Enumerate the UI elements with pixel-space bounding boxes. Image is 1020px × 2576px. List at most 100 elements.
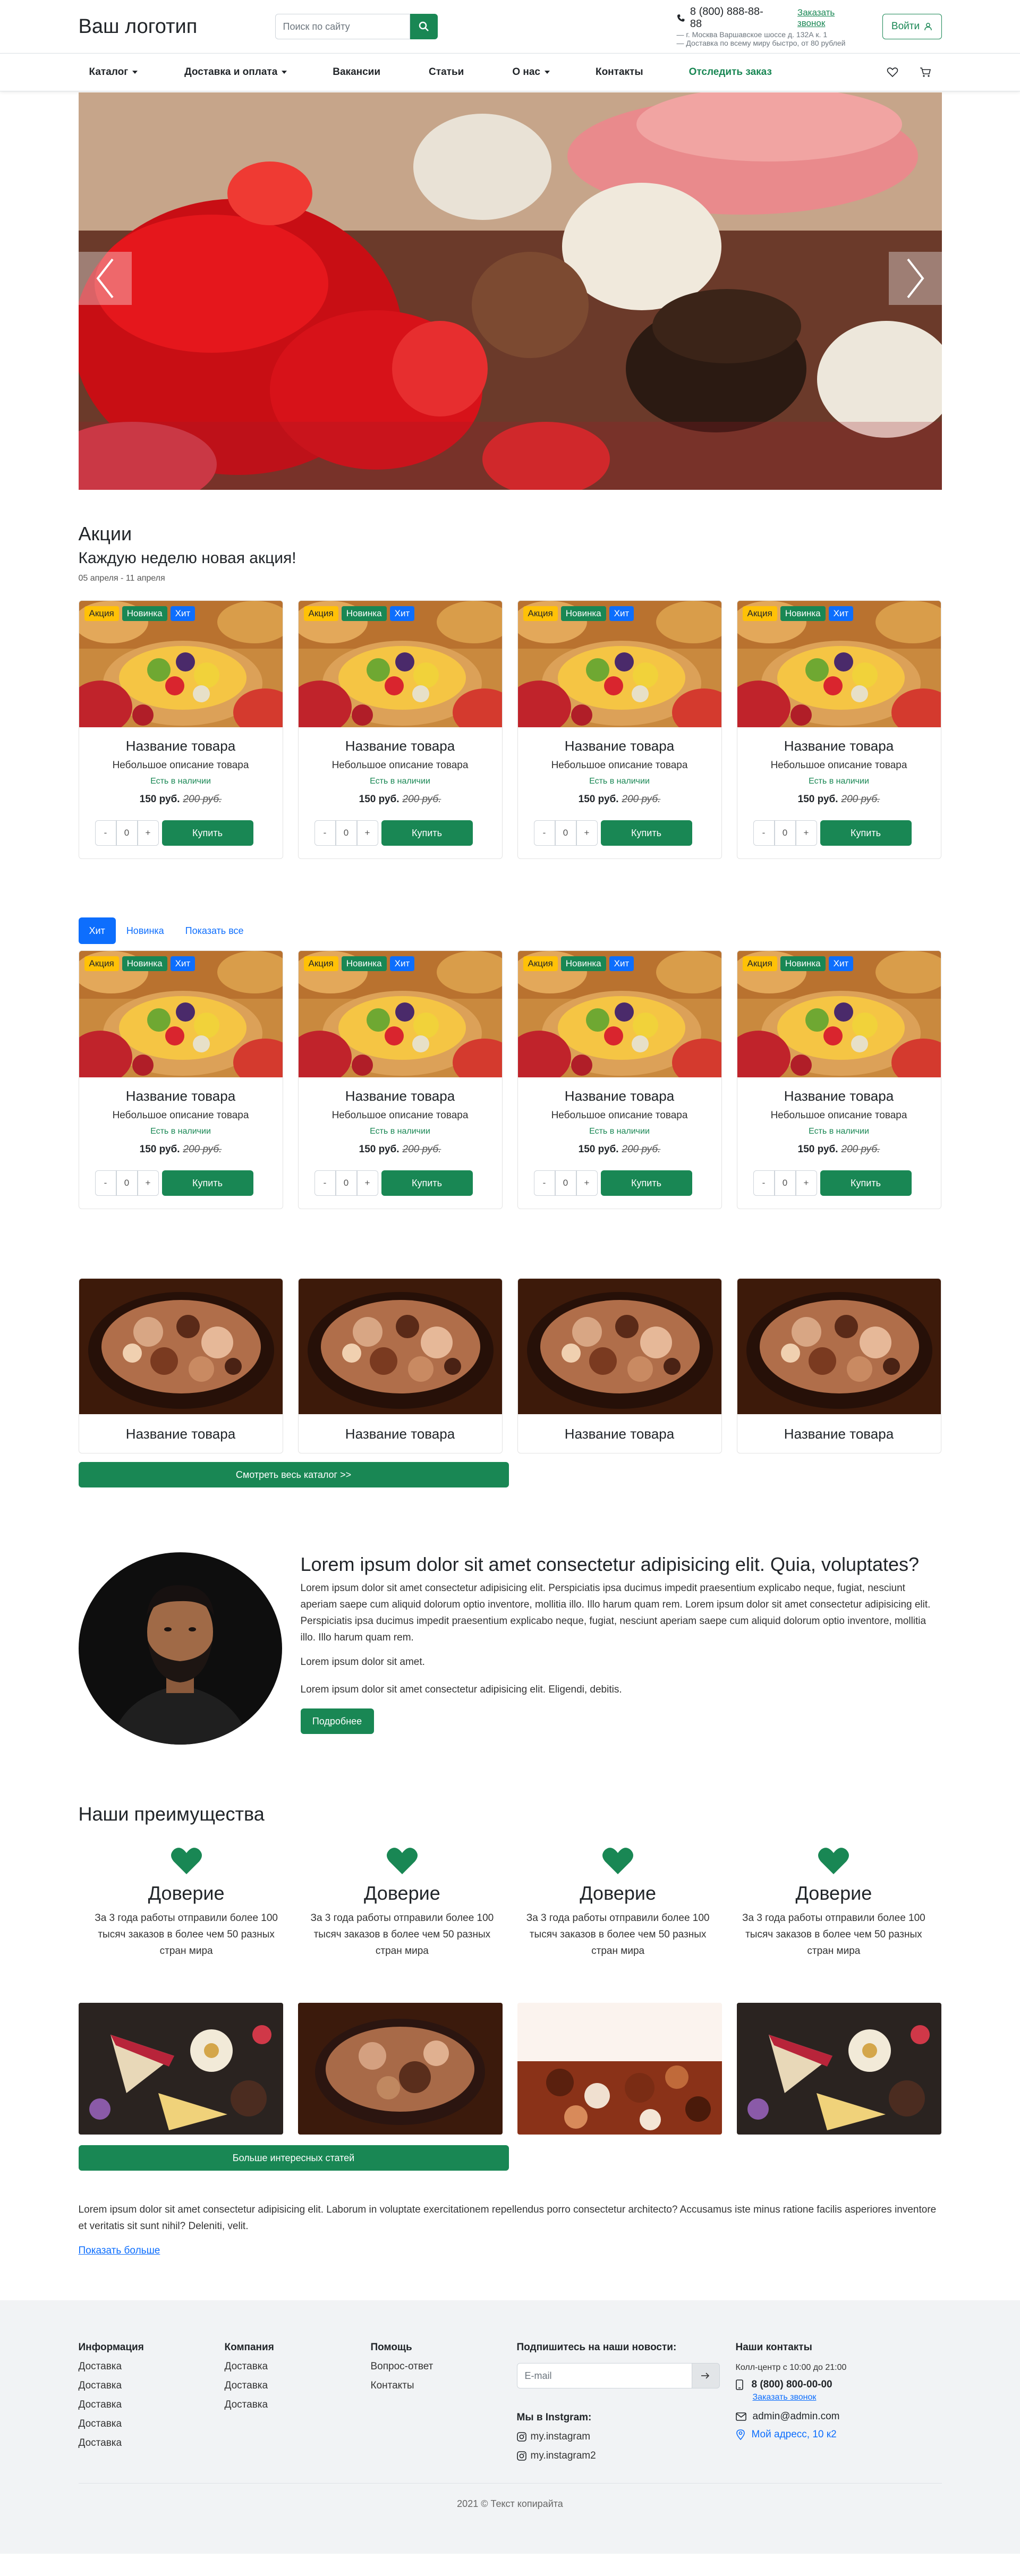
search-input[interactable]: Поиск по сайту: [275, 14, 410, 39]
product-title[interactable]: Название товара: [518, 738, 721, 754]
more-articles-button[interactable]: Больше интересных статей: [78, 2145, 509, 2171]
nav-contacts[interactable]: Контакты: [596, 66, 643, 78]
callback-link[interactable]: Заказать звонок: [797, 7, 863, 29]
search-button[interactable]: [410, 14, 438, 39]
product-card[interactable]: Акция Новинка Хит Название товара Неболь…: [78, 950, 283, 1209]
catalog-item-title[interactable]: Название товара: [737, 1414, 941, 1453]
product-card[interactable]: Акция Новинка Хит Название товара Неболь…: [517, 600, 722, 859]
nav-track-order[interactable]: Отследить заказ: [689, 66, 772, 78]
footer-company-link[interactable]: Доставка: [225, 2380, 371, 2392]
buy-button[interactable]: Купить: [820, 1170, 912, 1196]
buy-button[interactable]: Купить: [162, 1170, 253, 1196]
header-phone[interactable]: 8 (800) 888-88-88: [690, 6, 772, 30]
catalog-card[interactable]: Название товара: [517, 1278, 722, 1453]
product-title[interactable]: Название товара: [737, 738, 941, 754]
footer-help-link[interactable]: Вопрос-ответ: [371, 2361, 517, 2373]
product-title[interactable]: Название товара: [737, 1088, 941, 1104]
buy-button[interactable]: Купить: [381, 820, 473, 846]
quantity-input[interactable]: 0: [555, 820, 576, 846]
footer-info-link[interactable]: Доставка: [79, 2361, 225, 2373]
decrease-button[interactable]: -: [314, 820, 336, 846]
quantity-input[interactable]: 0: [335, 820, 357, 846]
footer-address[interactable]: Мой адресс, 10 к2: [752, 2429, 837, 2441]
footer-callback-link[interactable]: Заказать звонок: [753, 2393, 942, 2402]
heart-icon[interactable]: [887, 67, 898, 78]
article-image[interactable]: [298, 2003, 503, 2135]
footer-info-link[interactable]: Доставка: [79, 2437, 225, 2449]
product-image[interactable]: Акция Новинка Хит: [79, 951, 283, 1077]
nav-catalog[interactable]: Каталог: [89, 66, 138, 78]
hero-carousel[interactable]: [78, 92, 942, 490]
article-image[interactable]: [736, 2003, 941, 2135]
catalog-card[interactable]: Название товара: [736, 1278, 941, 1453]
buy-button[interactable]: Купить: [600, 1170, 692, 1196]
footer-company-link[interactable]: Доставка: [225, 2399, 371, 2411]
footer-company-link[interactable]: Доставка: [225, 2361, 371, 2373]
catalog-card[interactable]: Название товара: [298, 1278, 503, 1453]
product-image[interactable]: Акция Новинка Хит: [298, 601, 502, 727]
increase-button[interactable]: +: [795, 1170, 817, 1196]
product-image[interactable]: Акция Новинка Хит: [517, 601, 721, 727]
product-card[interactable]: Акция Новинка Хит Название товара Неболь…: [298, 950, 503, 1209]
buy-button[interactable]: Купить: [381, 1170, 473, 1196]
catalog-image[interactable]: [517, 1279, 721, 1414]
article-image[interactable]: [78, 2003, 283, 2135]
instagram-link[interactable]: my.instagram2: [516, 2450, 736, 2462]
decrease-button[interactable]: -: [753, 1170, 775, 1196]
decrease-button[interactable]: -: [753, 820, 775, 846]
nav-articles[interactable]: Статьи: [429, 66, 464, 78]
buy-button[interactable]: Купить: [162, 820, 253, 846]
quantity-input[interactable]: 0: [774, 1170, 796, 1196]
product-image[interactable]: Акция Новинка Хит: [517, 951, 721, 1077]
catalog-image[interactable]: [79, 1279, 283, 1414]
footer-info-link[interactable]: Доставка: [79, 2399, 225, 2411]
catalog-item-title[interactable]: Название товара: [79, 1414, 283, 1453]
increase-button[interactable]: +: [576, 1170, 598, 1196]
product-card[interactable]: Акция Новинка Хит Название товара Неболь…: [78, 600, 283, 859]
product-title[interactable]: Название товара: [79, 1088, 283, 1104]
decrease-button[interactable]: -: [314, 1170, 336, 1196]
quantity-input[interactable]: 0: [335, 1170, 357, 1196]
product-image[interactable]: Акция Новинка Хит: [737, 601, 941, 727]
catalog-image[interactable]: [737, 1279, 941, 1414]
details-button[interactable]: Подробнее: [300, 1708, 374, 1734]
carousel-prev-button[interactable]: [78, 252, 132, 305]
carousel-next-button[interactable]: [888, 252, 942, 305]
quantity-input[interactable]: 0: [555, 1170, 576, 1196]
site-logo[interactable]: Ваш логотип: [79, 15, 275, 38]
footer-help-link[interactable]: Контакты: [371, 2380, 517, 2392]
product-title[interactable]: Название товара: [518, 1088, 721, 1104]
decrease-button[interactable]: -: [95, 820, 116, 846]
product-title[interactable]: Название товара: [79, 738, 283, 754]
footer-email[interactable]: admin@admin.com: [753, 2411, 840, 2422]
product-image[interactable]: Акция Новинка Хит: [298, 951, 502, 1077]
quantity-input[interactable]: 0: [116, 820, 138, 846]
login-button[interactable]: Войти: [882, 14, 942, 39]
tab-new[interactable]: Новинка: [116, 917, 175, 944]
tab-hit[interactable]: Хит: [78, 917, 116, 944]
catalog-item-title[interactable]: Название товара: [299, 1414, 502, 1453]
footer-phone[interactable]: 8 (800) 800-00-00: [752, 2379, 832, 2391]
cart-icon[interactable]: [920, 67, 931, 78]
product-image[interactable]: Акция Новинка Хит: [79, 601, 283, 727]
nav-about[interactable]: О нас: [512, 66, 550, 78]
email-field[interactable]: E-mail: [516, 2363, 692, 2388]
increase-button[interactable]: +: [137, 820, 159, 846]
product-title[interactable]: Название товара: [299, 1088, 502, 1104]
decrease-button[interactable]: -: [533, 820, 555, 846]
product-card[interactable]: Акция Новинка Хит Название товара Неболь…: [736, 600, 941, 859]
catalog-card[interactable]: Название товара: [78, 1278, 283, 1453]
decrease-button[interactable]: -: [95, 1170, 116, 1196]
subscribe-button[interactable]: [692, 2363, 720, 2388]
product-card[interactable]: Акция Новинка Хит Название товара Неболь…: [517, 950, 722, 1209]
buy-button[interactable]: Купить: [820, 820, 912, 846]
increase-button[interactable]: +: [356, 1170, 378, 1196]
decrease-button[interactable]: -: [533, 1170, 555, 1196]
nav-delivery[interactable]: Доставка и оплата: [184, 66, 287, 78]
nav-vacancies[interactable]: Вакансии: [333, 66, 380, 78]
article-image[interactable]: [517, 2003, 722, 2135]
increase-button[interactable]: +: [356, 820, 378, 846]
product-card[interactable]: Акция Новинка Хит Название товара Неболь…: [298, 600, 503, 859]
footer-info-link[interactable]: Доставка: [79, 2418, 225, 2430]
product-image[interactable]: Акция Новинка Хит: [737, 951, 941, 1077]
